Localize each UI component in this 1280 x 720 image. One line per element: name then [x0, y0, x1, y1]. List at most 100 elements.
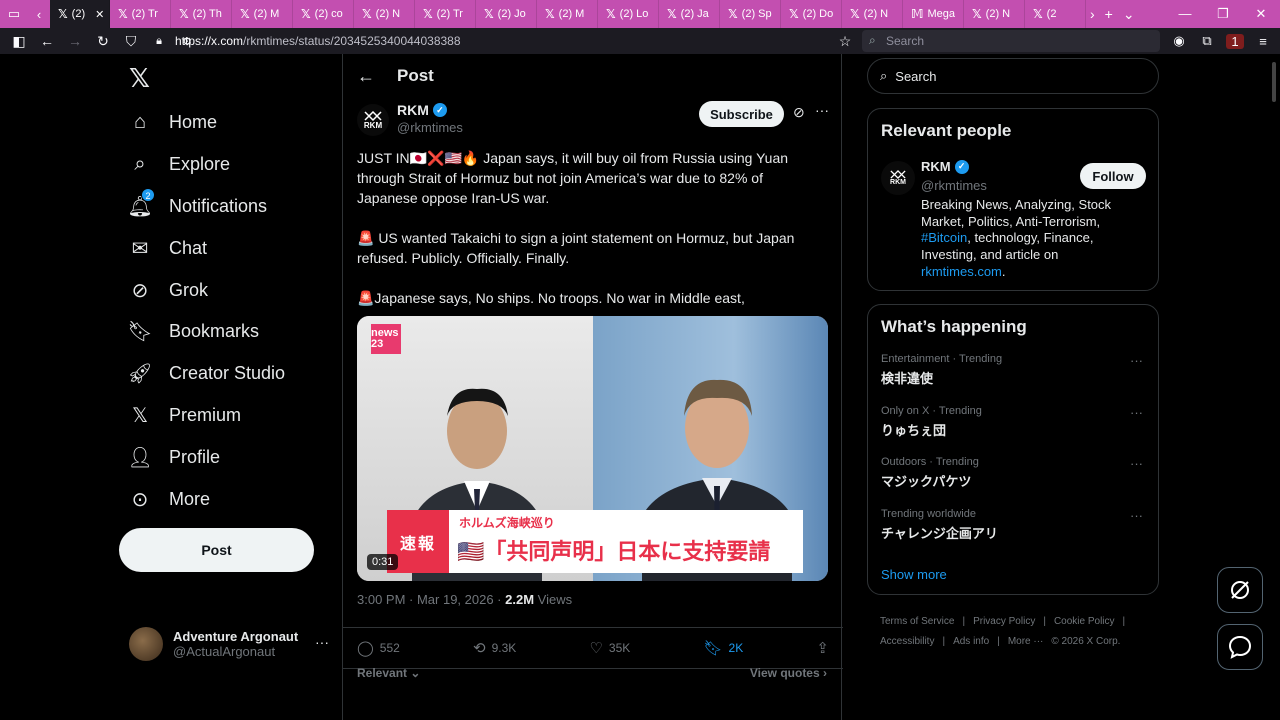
relevant-people-card: Relevant people RKM RKM ✓ @rkmtimes Break…	[867, 108, 1159, 291]
back-arrow-icon[interactable]: ←	[357, 66, 375, 87]
more-horizontal-icon[interactable]: ···	[1130, 405, 1143, 420]
tab-overview-icon[interactable]: ▭	[0, 0, 28, 28]
sidebar-item-creator-studio[interactable]: 🚀︎ Creator Studio	[127, 353, 285, 395]
sidebar-item-grok[interactable]: ⊘ Grok	[129, 269, 285, 311]
footer-link[interactable]: Accessibility	[880, 636, 934, 647]
repost-button[interactable]: ⟲ 9.3K	[473, 639, 516, 657]
trend-item[interactable]: Outdoors · Trending マジックパケツ ···	[881, 456, 1151, 490]
more-horizontal-icon[interactable]: ···	[1130, 456, 1143, 471]
x-icon: 𝕏	[131, 404, 149, 427]
restore-icon[interactable]: ❐	[1204, 0, 1242, 28]
reload-icon[interactable]: ↻	[90, 28, 116, 54]
tweet-timestamp[interactable]: 3:00 PM · Mar 19, 2026 ·	[357, 592, 505, 607]
sidebar-toggle-icon[interactable]: ◧	[6, 28, 32, 54]
sidebar-item-chat[interactable]: ✉ Chat	[129, 227, 285, 269]
sidebar-item-more[interactable]: ⊙ More	[129, 478, 285, 520]
menu-icon[interactable]: ≡	[1254, 34, 1272, 49]
forward-icon[interactable]: →	[62, 28, 88, 54]
share-button[interactable]: ⇪	[816, 639, 829, 657]
grok-icon[interactable]: ⊘	[793, 104, 805, 121]
more-circle-icon: ⊙	[131, 488, 149, 511]
shield-icon[interactable]: ⛉	[118, 28, 144, 54]
browser-tab[interactable]: 𝕏 (2) Tr	[110, 0, 171, 28]
sidebar-item-profile[interactable]: 👤︎ Profile	[127, 436, 285, 478]
ublock-icon[interactable]: 1	[1226, 33, 1244, 49]
extensions-icon[interactable]: ⧉	[1198, 33, 1216, 49]
sidebar-item-home[interactable]: ⌂ Home	[129, 102, 285, 144]
author-avatar[interactable]: RKM	[357, 104, 389, 136]
grok-fab-button[interactable]	[1217, 567, 1263, 613]
browser-tab[interactable]: 𝕏 (2) Do	[781, 0, 842, 28]
like-button[interactable]: ♡ 35K	[589, 639, 630, 657]
browser-tab[interactable]: 𝕏 (2) M	[232, 0, 293, 28]
scroll-tabs-left-icon[interactable]: ‹	[28, 0, 50, 28]
url-bar[interactable]: https://x.com/rkmtimes/status/2034525340…	[175, 28, 461, 54]
browser-search-field[interactable]: ⌕ Search	[862, 30, 1160, 52]
footer-link[interactable]: Terms of Service	[880, 616, 954, 627]
browser-tab[interactable]: 𝕏 (2) N	[964, 0, 1025, 28]
browser-tab[interactable]: 𝕏 (2) co	[293, 0, 354, 28]
x-favicon-icon: 𝕏	[118, 7, 128, 21]
new-tab-icon[interactable]: +	[1105, 6, 1113, 22]
browser-tab[interactable]: 𝕏 (2	[1025, 0, 1086, 28]
follow-button[interactable]: Follow	[1080, 163, 1146, 189]
trend-item[interactable]: Trending worldwide チャレンジ企画アリ ···	[881, 508, 1151, 542]
reply-button[interactable]: ◯ 552	[357, 639, 400, 657]
footer-link[interactable]: Ads info	[953, 636, 989, 647]
browser-tab[interactable]: 𝕏 (2) Ja	[659, 0, 720, 28]
more-horizontal-icon[interactable]: ···	[1130, 353, 1143, 368]
browser-tab[interactable]: 𝕏 (2) Th	[171, 0, 232, 28]
subscribe-button[interactable]: Subscribe	[699, 101, 784, 127]
messages-fab-button[interactable]	[1217, 624, 1263, 670]
account-icon[interactable]: ◉	[1170, 33, 1188, 49]
account-switcher[interactable]: Adventure Argonaut @ActualArgonaut ···	[129, 626, 329, 662]
x-favicon-icon: 𝕏	[545, 7, 555, 21]
browser-tab[interactable]: 𝕏 (2) Lo	[598, 0, 659, 28]
bookmark-star-icon[interactable]: ☆	[832, 28, 858, 54]
browser-tab[interactable]: 𝕏 (2) Jo	[476, 0, 537, 28]
browser-tab[interactable]: 𝕏 (2) N	[842, 0, 903, 28]
page-scrollbar[interactable]	[1272, 62, 1276, 102]
back-icon[interactable]: ←	[34, 28, 60, 54]
grok-icon: ⊘	[131, 279, 149, 302]
footer-link[interactable]: Privacy Policy	[973, 616, 1035, 627]
sidebar-item-premium[interactable]: 𝕏 Premium	[129, 395, 285, 437]
bio-hashtag[interactable]: #Bitcoin	[921, 230, 967, 245]
close-tab-icon[interactable]: ✕	[95, 8, 104, 21]
footer-link[interactable]: More ···	[1008, 636, 1044, 647]
author-name-row[interactable]: RKM ✓	[397, 102, 447, 118]
browser-tab[interactable]: 𝕏 (2) N	[354, 0, 415, 28]
person-handle: @rkmtimes	[921, 178, 987, 193]
more-horizontal-icon[interactable]: ···	[1130, 508, 1143, 523]
lock-icon[interactable]: 🔒︎	[146, 28, 172, 54]
trend-item[interactable]: Only on X · Trending りゅちぇ団 ···	[881, 405, 1151, 439]
show-more-link[interactable]: Show more	[881, 567, 947, 582]
browser-tab[interactable]: 𝕏 (2) ✕	[50, 0, 110, 28]
footer-link[interactable]: Cookie Policy	[1054, 616, 1115, 627]
tab-list-icon[interactable]: ⌄	[1123, 6, 1135, 23]
browser-tab[interactable]: 𝕏 (2) Sp	[720, 0, 781, 28]
more-horizontal-icon[interactable]: ···	[315, 634, 329, 650]
bookmark-button[interactable]: 🔖︎ 2K	[703, 639, 743, 657]
search-input[interactable]: ⌕ Search	[867, 58, 1159, 94]
x-favicon-icon: 𝕏	[606, 7, 616, 21]
post-button[interactable]: Post	[119, 528, 314, 572]
browser-tab[interactable]: 𝕏 (2) M	[537, 0, 598, 28]
minimize-icon[interactable]: —	[1166, 0, 1204, 28]
sidebar-item-label: Notifications	[169, 195, 268, 216]
more-horizontal-icon[interactable]: ···	[815, 102, 829, 118]
bio-link[interactable]: rkmtimes.com	[921, 264, 1002, 279]
x-logo-icon[interactable]: 𝕏	[129, 64, 153, 94]
browser-tab[interactable]: 𝕏 (2) Tr	[415, 0, 476, 28]
scroll-tabs-right-icon[interactable]: ›	[1090, 6, 1095, 22]
tweet-video[interactable]: news 23 速報 ホルムズ海峡巡り 🇺🇸「共同声明」日本に支持要請 0:31	[357, 316, 828, 581]
author-handle[interactable]: @rkmtimes	[397, 120, 463, 135]
view-quotes-link[interactable]: View quotes ›	[750, 666, 827, 680]
browser-tab[interactable]: 𝕄 Mega	[903, 0, 964, 28]
sidebar-item-notifications[interactable]: 🔔︎ 2 Notifications	[127, 186, 285, 228]
sort-replies-dropdown[interactable]: Relevant ⌄	[357, 666, 420, 680]
close-window-icon[interactable]: ✕	[1242, 0, 1280, 28]
sidebar-item-explore[interactable]: ⌕ Explore	[129, 144, 285, 186]
sidebar-item-bookmarks[interactable]: 🔖︎ Bookmarks	[127, 311, 285, 353]
trend-item[interactable]: Entertainment · Trending 検非違使 ···	[881, 353, 1151, 387]
